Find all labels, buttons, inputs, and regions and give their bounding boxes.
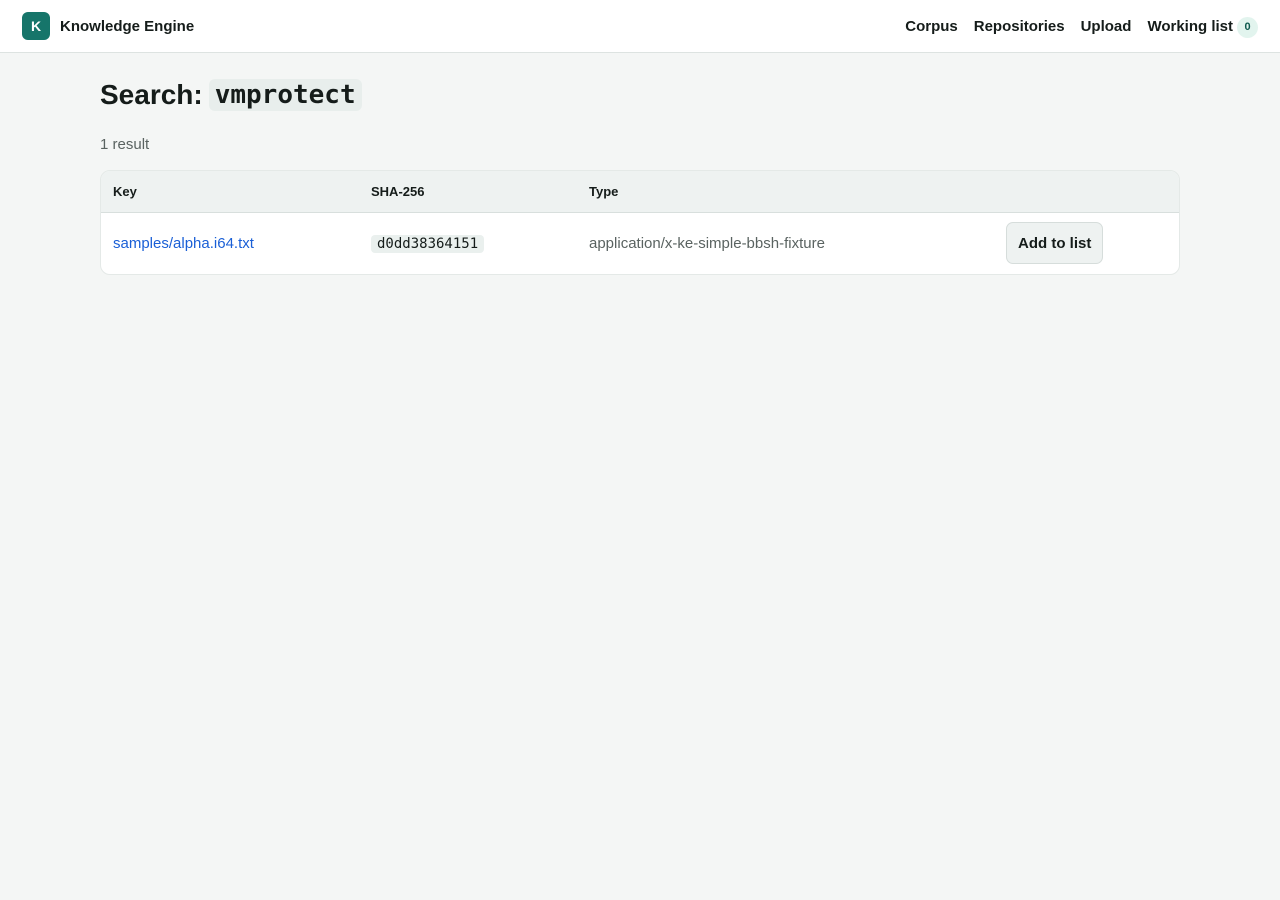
brand-logo-icon: K: [22, 12, 50, 40]
working-list-label: Working list: [1147, 17, 1233, 35]
main-nav: Corpus Repositories Upload Working list …: [905, 15, 1258, 38]
nav-corpus-link[interactable]: Corpus: [905, 18, 958, 35]
file-key-link[interactable]: samples/alpha.i64.txt: [113, 235, 254, 252]
search-query: vmprotect: [208, 79, 362, 111]
page-title-prefix: Search:: [100, 79, 203, 110]
cell-key: samples/alpha.i64.txt: [101, 212, 359, 274]
results-table-container: Key SHA-256 Type samples/alpha.i64.txt d…: [100, 170, 1180, 275]
column-header-type: Type: [589, 183, 619, 199]
page-title: Search: vmprotect: [100, 79, 1180, 111]
nav-upload-link[interactable]: Upload: [1081, 18, 1132, 35]
main-content: Search: vmprotect 1 result Key SHA-256 T…: [100, 53, 1180, 275]
column-header-action: [994, 171, 1179, 212]
cell-type: application/x-ke-simple-bbsh-fixture: [577, 212, 994, 274]
table-header-row: Key SHA-256 Type: [101, 171, 1179, 212]
top-navigation-bar: K Knowledge Engine Corpus Repositories U…: [0, 0, 1280, 53]
result-count: 1 result: [100, 136, 150, 153]
app-name: Knowledge Engine: [60, 17, 195, 35]
column-header-key: Key: [113, 183, 137, 199]
working-list-count-badge: 0: [1237, 16, 1258, 38]
column-header-sha: SHA-256: [371, 183, 425, 199]
nav-working-list-link[interactable]: Working list 0: [1147, 15, 1258, 38]
brand-home-link[interactable]: K Knowledge Engine: [22, 12, 194, 40]
cell-action: Add to list: [994, 212, 1179, 274]
table-row: samples/alpha.i64.txt d0dd38364151 appli…: [101, 212, 1179, 274]
add-to-list-button[interactable]: Add to list: [1006, 222, 1104, 265]
nav-repositories-link[interactable]: Repositories: [974, 18, 1065, 35]
cell-sha: d0dd38364151: [359, 212, 577, 274]
type-value: application/x-ke-simple-bbsh-fixture: [589, 234, 825, 252]
sha-value: d0dd38364151: [371, 234, 485, 253]
results-table: Key SHA-256 Type samples/alpha.i64.txt d…: [101, 171, 1179, 274]
